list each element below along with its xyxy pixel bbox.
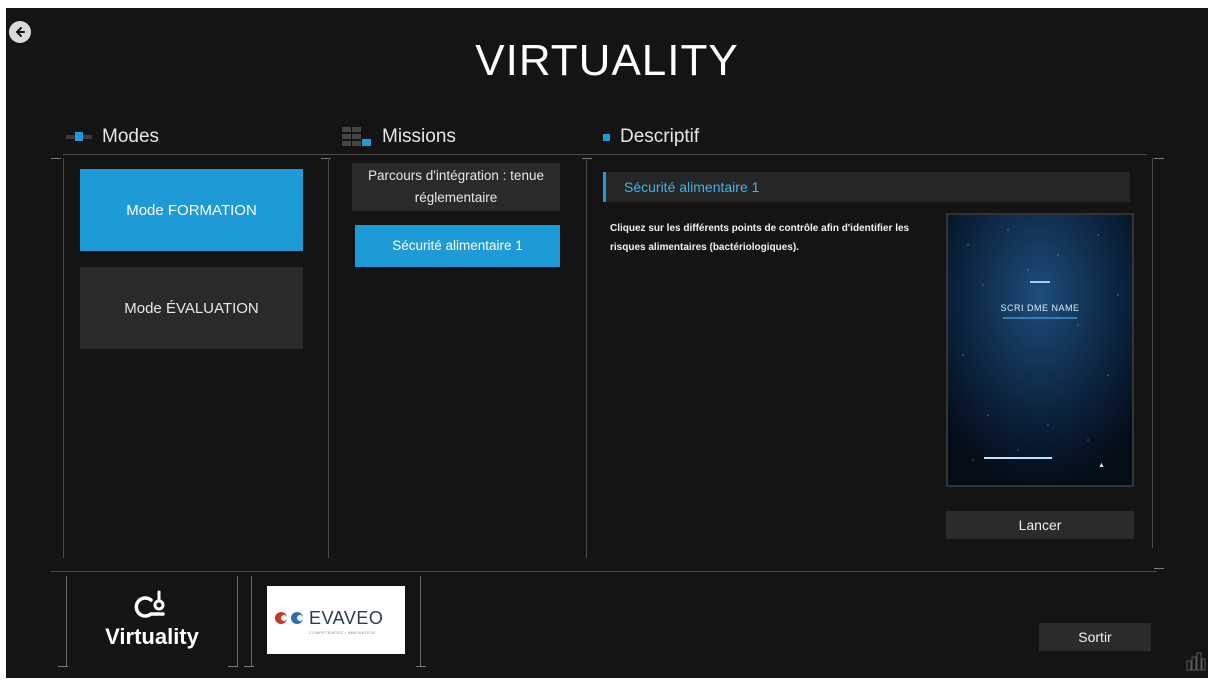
svg-text:▲: ▲ — [1098, 462, 1105, 469]
modes-left-border — [63, 158, 64, 558]
modes-title: Modes — [102, 126, 160, 147]
mission-item-securite[interactable]: Sécurité alimentaire 1 — [355, 225, 560, 267]
tick — [51, 158, 61, 159]
description-title: Sécurité alimentaire 1 — [603, 172, 1130, 202]
desc-right-border — [1152, 158, 1153, 548]
modes-icon — [66, 132, 92, 141]
evaveo-logo-box: EVAVEO COMPETENCES • INNOVATION — [251, 576, 421, 666]
missions-header: Missions — [342, 126, 456, 148]
preview-art: ▲ — [948, 215, 1132, 485]
descriptif-title: Descriptif — [620, 126, 700, 147]
mission-label: Parcours d'intégration : tenue réglement… — [368, 168, 544, 205]
modes-missions-divider — [328, 158, 329, 558]
preview-caption: SCRI DME NAME — [1000, 303, 1080, 313]
description-title-text: Sécurité alimentaire 1 — [624, 179, 760, 195]
tick — [228, 666, 238, 667]
descriptif-icon — [603, 133, 610, 141]
tick — [1154, 568, 1164, 569]
mission-label: Sécurité alimentaire 1 — [392, 238, 523, 253]
mode-formation-button[interactable]: Mode FORMATION — [80, 169, 303, 251]
descriptif-header: Descriptif — [603, 126, 699, 148]
tick — [321, 158, 331, 159]
evaveo-logo-icon — [275, 612, 303, 624]
virtuality-logo-box: Virtuality — [66, 576, 238, 666]
app-window: VIRTUALITY Modes Missions Descriptif Mod… — [6, 8, 1208, 678]
modes-header: Modes — [66, 126, 159, 148]
missions-icon — [342, 127, 371, 146]
top-divider — [63, 154, 1147, 155]
evaveo-logo: EVAVEO COMPETENCES • INNOVATION — [267, 586, 405, 654]
app-title: VIRTUALITY — [475, 36, 739, 85]
tick — [1154, 158, 1164, 159]
footer-divider — [51, 571, 1157, 572]
mission-preview-image: ▲ SCRI DME NAME — [946, 213, 1134, 487]
stats-icon[interactable] — [1186, 651, 1206, 671]
missions-desc-divider — [586, 158, 587, 558]
virtuality-logo-icon — [134, 590, 165, 618]
launch-button[interactable]: Lancer — [946, 511, 1134, 539]
virtuality-logo-text: Virtuality — [105, 624, 199, 649]
description-text: Cliquez sur les différents points de con… — [610, 223, 910, 253]
mode-evaluation-button[interactable]: Mode ÉVALUATION — [80, 267, 303, 349]
missions-title: Missions — [382, 126, 456, 147]
tick — [582, 158, 592, 159]
tick — [416, 666, 426, 667]
mission-item-parcours[interactable]: Parcours d'intégration : tenue réglement… — [352, 163, 560, 211]
evaveo-logo-text: EVAVEO — [309, 608, 384, 628]
tick — [244, 666, 254, 667]
evaveo-logo-tagline: COMPETENCES • INNOVATION — [309, 630, 376, 635]
tick — [58, 666, 68, 667]
exit-button[interactable]: Sortir — [1039, 623, 1151, 651]
